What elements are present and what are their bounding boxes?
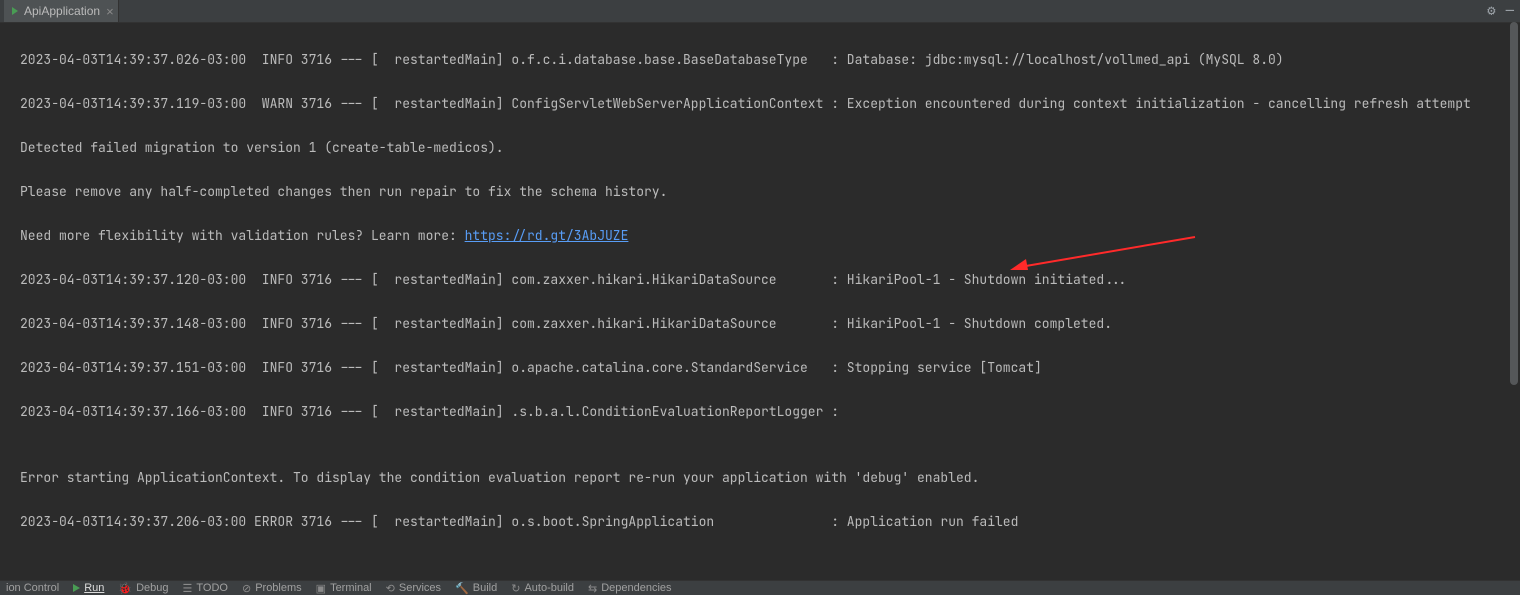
tabbar-left: ApiApplication × bbox=[4, 0, 119, 22]
status-bar: ion Control Run 🐞 Debug ☰ TODO ⊘ Problem… bbox=[0, 580, 1520, 595]
tool-todo[interactable]: ☰ TODO bbox=[183, 582, 228, 595]
tool-services[interactable]: ⟲ Services bbox=[386, 582, 441, 595]
log-line: 2023-04-03T14:39:37.026-03:00 INFO 3716 … bbox=[20, 49, 1520, 71]
tool-debug[interactable]: 🐞 Debug bbox=[118, 582, 168, 595]
scrollbar-thumb[interactable] bbox=[1510, 22, 1518, 385]
log-line: Error starting ApplicationContext. To di… bbox=[20, 467, 1520, 489]
autobuild-icon: ↻ bbox=[511, 582, 520, 595]
log-line: 2023-04-03T14:39:37.120-03:00 INFO 3716 … bbox=[20, 269, 1520, 291]
log-line: 2023-04-03T14:39:37.148-03:00 INFO 3716 … bbox=[20, 313, 1520, 335]
terminal-icon: ▣ bbox=[316, 582, 326, 595]
tool-version-control[interactable]: ion Control bbox=[6, 582, 59, 594]
todo-icon: ☰ bbox=[183, 582, 193, 595]
gear-icon[interactable]: ⚙ bbox=[1487, 2, 1495, 20]
problems-icon: ⊘ bbox=[242, 582, 251, 595]
play-icon bbox=[12, 7, 18, 15]
log-line: Detected failed migration to version 1 (… bbox=[20, 137, 1520, 159]
console-output[interactable]: 2023-04-03T14:39:37.026-03:00 INFO 3716 … bbox=[0, 23, 1520, 580]
minimize-icon[interactable]: — bbox=[1506, 2, 1514, 20]
tool-autobuild[interactable]: ↻ Auto-build bbox=[511, 582, 574, 595]
log-line: org.springframework.beans.factory.BeanCr… bbox=[20, 577, 1520, 580]
hammer-icon: 🔨 bbox=[455, 582, 469, 595]
vertical-scrollbar[interactable] bbox=[1508, 22, 1520, 581]
tool-build[interactable]: 🔨 Build bbox=[455, 582, 497, 595]
learn-more-link[interactable]: https://rd.gt/3AbJUZE bbox=[465, 227, 629, 244]
services-icon: ⟲ bbox=[386, 582, 395, 595]
log-line: 2023-04-03T14:39:37.151-03:00 INFO 3716 … bbox=[20, 357, 1520, 379]
tool-terminal[interactable]: ▣ Terminal bbox=[316, 582, 372, 595]
play-icon bbox=[73, 584, 80, 592]
tabbar-right: ⚙ — bbox=[1487, 2, 1514, 20]
dependencies-icon: ⇆ bbox=[588, 582, 597, 595]
bug-icon: 🐞 bbox=[118, 582, 132, 595]
run-tabbar: ApiApplication × ⚙ — bbox=[0, 0, 1520, 23]
log-line: Please remove any half-completed changes… bbox=[20, 181, 1520, 203]
tool-dependencies[interactable]: ⇆ Dependencies bbox=[588, 582, 672, 595]
log-line: Need more flexibility with validation ru… bbox=[20, 225, 1520, 247]
close-icon[interactable]: × bbox=[106, 5, 114, 18]
log-line: 2023-04-03T14:39:37.206-03:00 ERROR 3716… bbox=[20, 511, 1520, 533]
tool-problems[interactable]: ⊘ Problems bbox=[242, 582, 302, 595]
log-line: 2023-04-03T14:39:37.166-03:00 INFO 3716 … bbox=[20, 401, 1520, 423]
tool-run[interactable]: Run bbox=[73, 582, 104, 594]
tab-title: ApiApplication bbox=[24, 4, 100, 18]
log-line: 2023-04-03T14:39:37.119-03:00 WARN 3716 … bbox=[20, 93, 1520, 115]
run-tab-apiapplication[interactable]: ApiApplication × bbox=[4, 0, 119, 22]
